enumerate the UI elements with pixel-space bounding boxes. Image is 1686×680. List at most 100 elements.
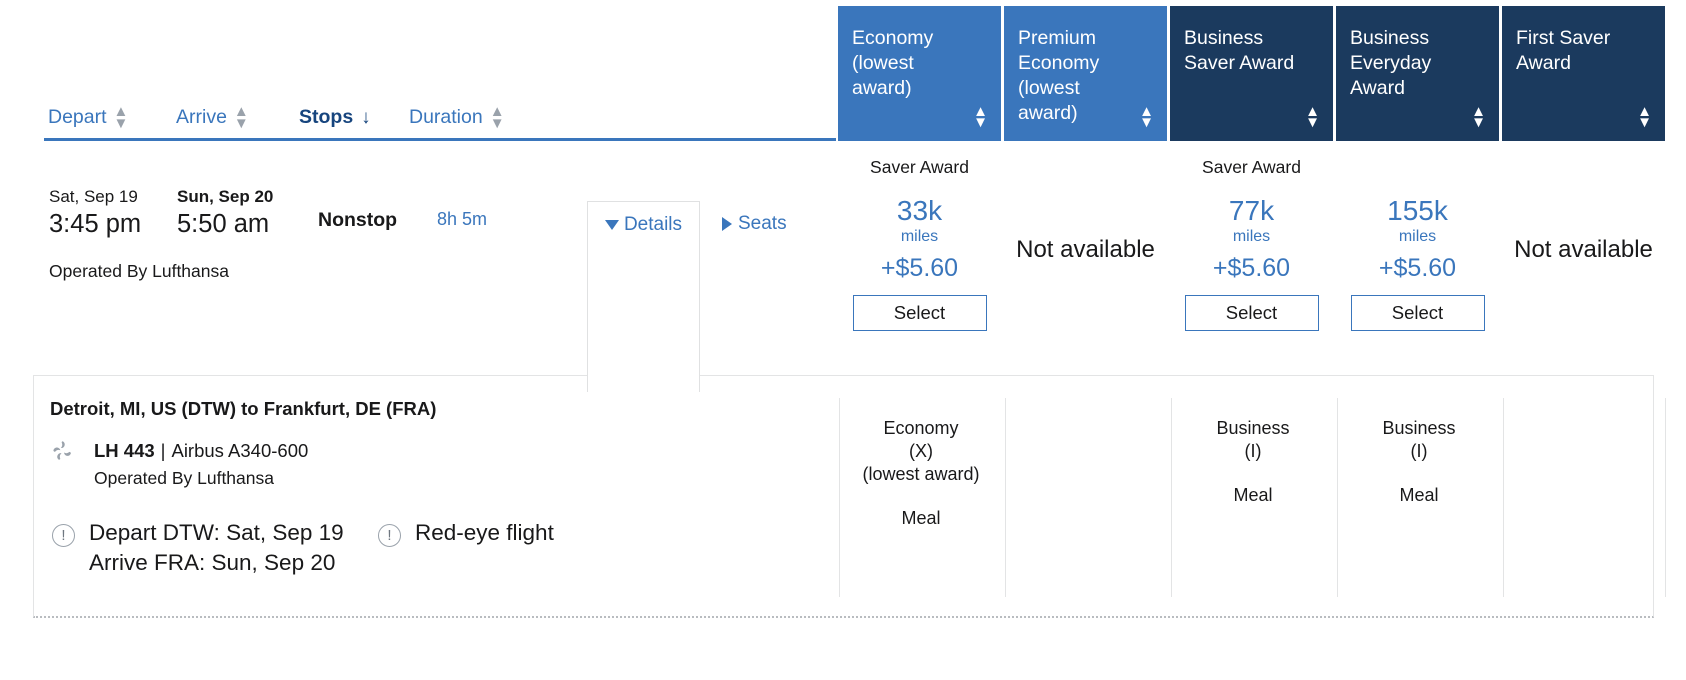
alert-icon: !	[378, 524, 401, 547]
arrive-date: Sun, Sep 20	[177, 187, 274, 206]
sort-links: Depart ▲ ▼ Arrive ▲ ▼ Stops ↓ Duration ▲ ▼	[48, 103, 529, 132]
fare-column-header-business-saver[interactable]: Business Saver Award ▲ ▼	[1170, 6, 1333, 141]
fare-header-label: Premium Economy (lowest award)	[1018, 27, 1100, 124]
seats-label: Seats	[738, 213, 787, 234]
award-type-label: Saver Award	[870, 157, 969, 177]
segment-flight-line: LH 443 | Airbus A340-600	[50, 439, 770, 463]
sort-stops-label: Stops	[299, 106, 354, 128]
sort-updown-icon: ▲ ▼	[233, 103, 249, 132]
sort-duration[interactable]: Duration ▲ ▼	[409, 103, 529, 132]
stops-cell: Nonstop	[318, 209, 428, 232]
segment-operated-by: Operated By Lufthansa	[94, 468, 274, 488]
cabin-meal: Meal	[1399, 485, 1439, 505]
chevron-right-icon	[722, 217, 732, 231]
flight-row: Sat, Sep 19 3:45 pm Sun, Sep 20 5:50 am …	[0, 141, 1686, 404]
not-available-text: Not available	[1016, 236, 1155, 263]
select-button-business-everyday[interactable]: Select	[1350, 295, 1485, 331]
cash-surcharge: +$5.60	[1212, 254, 1291, 282]
select-button-economy[interactable]: Select	[852, 295, 987, 331]
fare-column-header-first-saver[interactable]: First Saver Award ▲ ▼	[1502, 6, 1665, 141]
alert-red-eye: ! Red-eye flight	[378, 518, 554, 578]
fare-cell-premium-economy: Not available	[1004, 141, 1167, 404]
cabin-booking-class: (X)	[909, 441, 933, 461]
select-button-business-saver[interactable]: Select	[1184, 295, 1319, 331]
sort-updown-icon: ▲ ▼	[1139, 102, 1154, 131]
cash-surcharge: +$5.60	[880, 254, 959, 282]
miles-amount: 77k	[1228, 195, 1275, 226]
award-flight-results: Depart ▲ ▼ Arrive ▲ ▼ Stops ↓ Duration ▲ ▼	[0, 0, 1686, 680]
cabin-name: Business	[1382, 418, 1456, 438]
fare-header-label: Business Saver Award	[1184, 27, 1295, 74]
alert-line-depart: Depart DTW: Sat, Sep 19	[89, 520, 344, 545]
seats-button[interactable]: Seats	[722, 213, 787, 235]
fare-column-header-premium-economy[interactable]: Premium Economy (lowest award) ▲ ▼	[1004, 6, 1167, 141]
sort-descending-icon: ↓	[361, 107, 371, 128]
fare-header-label: Economy (lowest award)	[852, 27, 934, 99]
depart-date: Sat, Sep 19	[49, 187, 138, 206]
details-toggle-button[interactable]: Details	[587, 201, 700, 392]
alert-line-arrive: Arrive FRA: Sun, Sep 20	[89, 550, 336, 575]
cabin-info-economy: Economy (X) (lowest award) Meal	[839, 398, 1002, 597]
sort-updown-icon: ▲ ▼	[489, 103, 505, 132]
miles-amount: 155k	[1387, 195, 1448, 226]
alert-red-eye-text: Red-eye flight	[415, 520, 554, 545]
miles-unit-label: miles	[1232, 228, 1271, 245]
details-toggle-inner: Details	[604, 214, 682, 236]
arrive-time: 5:50 am	[177, 210, 270, 238]
depart-cell: Sat, Sep 19 3:45 pm	[49, 186, 179, 240]
alert-depart-arrive-text: Depart DTW: Sat, Sep 19 Arrive FRA: Sun,…	[89, 518, 344, 578]
segment-route: Detroit, MI, US (DTW) to Frankfurt, DE (…	[50, 398, 437, 419]
sort-duration-label: Duration	[409, 106, 483, 128]
flight-separator: |	[160, 440, 166, 461]
lufthansa-logo-icon	[50, 439, 76, 463]
flight-details-panel: Detroit, MI, US (DTW) to Frankfurt, DE (…	[33, 375, 1666, 618]
sort-bar: Depart ▲ ▼ Arrive ▲ ▼ Stops ↓ Duration ▲ ▼	[44, 0, 836, 141]
miles-unit-label: miles	[900, 228, 939, 245]
cabin-booking-class: (I)	[1244, 441, 1262, 461]
duration-cell: 8h 5m	[437, 209, 557, 230]
fare-column-header-business-everyday[interactable]: Business Everyday Award ▲ ▼	[1336, 6, 1499, 141]
depart-time: 3:45 pm	[49, 210, 142, 238]
award-type-label: Saver Award	[1202, 157, 1301, 177]
stops-value: Nonstop	[318, 209, 398, 231]
fare-header-label: Business Everyday Award	[1350, 27, 1432, 99]
cabin-booking-class: (I)	[1410, 441, 1428, 461]
sort-updown-icon: ▲ ▼	[1471, 102, 1486, 131]
sort-updown-icon: ▲ ▼	[113, 103, 129, 132]
cabin-meal: Meal	[901, 508, 941, 528]
sort-arrive-label: Arrive	[176, 106, 227, 128]
cash-surcharge: +$5.60	[1378, 254, 1457, 282]
chevron-down-icon	[604, 220, 619, 230]
flight-number: LH 443	[94, 440, 155, 461]
fare-column-header-economy[interactable]: Economy (lowest award) ▲ ▼	[838, 6, 1001, 141]
sort-updown-icon: ▲ ▼	[973, 102, 988, 131]
segment-alerts: ! Depart DTW: Sat, Sep 19 Arrive FRA: Su…	[52, 518, 770, 578]
fare-cell-first-saver: Not available	[1502, 141, 1665, 404]
sort-stops[interactable]: Stops ↓	[299, 106, 409, 129]
results-header: Depart ▲ ▼ Arrive ▲ ▼ Stops ↓ Duration ▲ ▼	[0, 0, 1686, 141]
cabin-name: Business	[1216, 418, 1290, 438]
cabin-info-premium-economy	[1005, 398, 1168, 597]
cabin-meal: Meal	[1233, 485, 1273, 505]
alert-icon: !	[52, 524, 75, 547]
fare-cell-economy: Saver Award 33k miles +$5.60 Select	[838, 141, 1001, 404]
sort-updown-icon: ▲ ▼	[1305, 102, 1320, 131]
details-panel-left: Detroit, MI, US (DTW) to Frankfurt, DE (…	[50, 398, 770, 578]
miles-unit-label: miles	[1398, 228, 1437, 245]
not-available-text: Not available	[1514, 236, 1653, 263]
duration-value: 8h 5m	[437, 209, 488, 229]
row-operated-by: Operated By Lufthansa	[49, 261, 229, 281]
cabin-name: Economy	[883, 418, 959, 438]
cabin-info-business-everyday: Business (I) Meal	[1337, 398, 1500, 597]
arrive-cell: Sun, Sep 20 5:50 am	[177, 186, 302, 240]
fare-cell-business-saver: Saver Award 77k miles +$5.60 Select	[1170, 141, 1333, 404]
fare-header-label: First Saver Award	[1516, 27, 1611, 74]
sort-depart-label: Depart	[48, 106, 107, 128]
sort-arrive[interactable]: Arrive ▲ ▼	[176, 103, 299, 132]
cabin-info-first-saver	[1503, 398, 1666, 597]
fare-cell-business-everyday: 155k miles +$5.60 Select	[1336, 141, 1499, 404]
sort-updown-icon: ▲ ▼	[1637, 102, 1652, 131]
aircraft-type: Airbus A340-600	[171, 440, 309, 461]
cabin-award-note: (lowest award)	[862, 464, 980, 484]
sort-depart[interactable]: Depart ▲ ▼	[48, 103, 176, 132]
